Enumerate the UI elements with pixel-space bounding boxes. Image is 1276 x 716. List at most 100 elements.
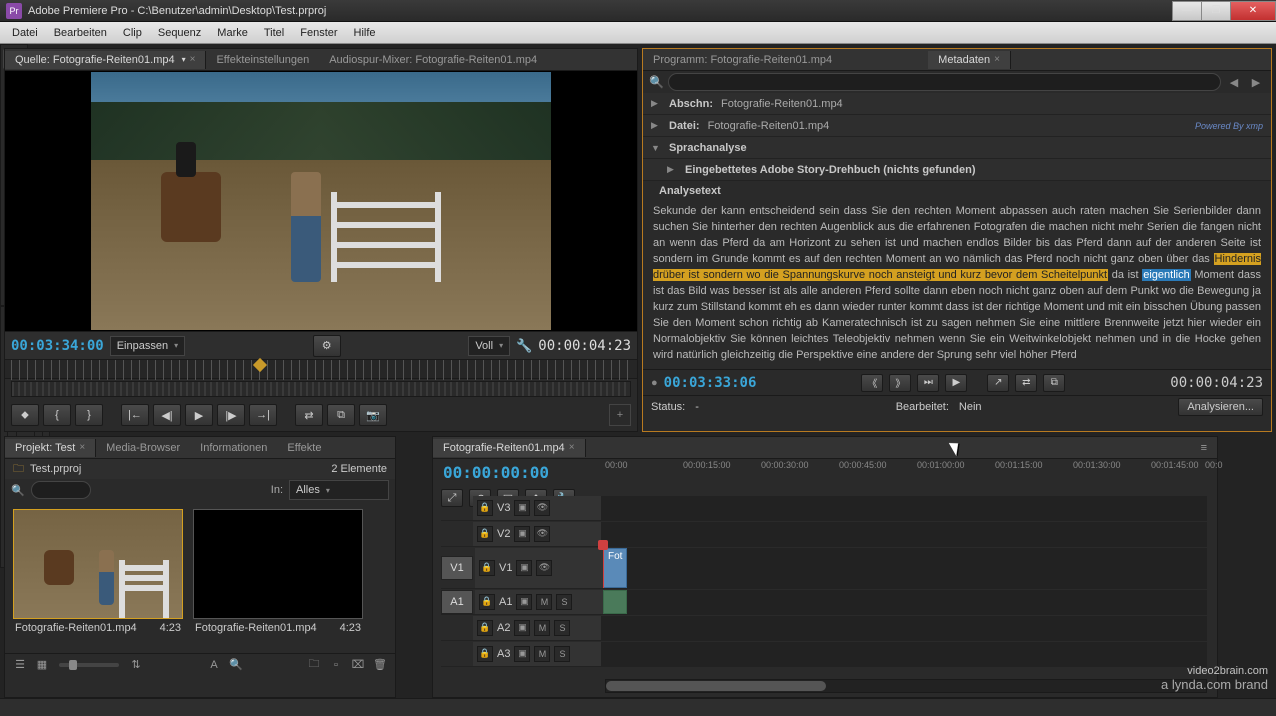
menu-file[interactable]: Datei (4, 27, 46, 39)
meta-prev-button[interactable]: 《 (861, 374, 883, 392)
vis-toggle[interactable]: ▣ (514, 526, 530, 542)
close-button[interactable]: ✕ (1230, 1, 1276, 21)
menu-clip[interactable]: Clip (115, 27, 150, 39)
analysis-text[interactable]: Sekunde der kann entscheidend sein dass … (643, 201, 1271, 369)
zoom-slider[interactable] (59, 663, 119, 667)
find-button[interactable]: 🔍 (227, 657, 245, 673)
solo-toggle[interactable]: S (554, 620, 570, 636)
source-res-select[interactable]: Voll▾ (468, 336, 510, 356)
tab-effects2[interactable]: Effekte (277, 439, 331, 457)
marker-button[interactable]: ⬥ (11, 404, 39, 426)
source-tc-in[interactable]: 00:03:34:00 (11, 338, 104, 354)
timeline-clip[interactable]: Fot (603, 548, 627, 588)
vis-toggle[interactable]: ▣ (516, 560, 532, 576)
add-button-button[interactable]: + (609, 404, 631, 426)
track-lane[interactable] (601, 522, 1207, 546)
lock-toggle[interactable]: 🔒 (479, 594, 495, 610)
step-fwd-button[interactable]: |▶ (217, 404, 245, 426)
sort-button[interactable]: ⇅ (127, 657, 145, 673)
icon-view-button[interactable]: ▦ (33, 657, 51, 673)
step-back-button[interactable]: ◀| (153, 404, 181, 426)
source-fit-select[interactable]: Einpassen▾ (110, 336, 185, 356)
settings-icon[interactable]: ⚙ (313, 335, 341, 357)
tab-effects[interactable]: Effekteinstellungen (206, 51, 319, 69)
a1-target[interactable]: A1 (441, 590, 473, 614)
eye-toggle[interactable]: 👁 (534, 526, 550, 542)
list-view-button[interactable]: ☰ (11, 657, 29, 673)
mark-out-button[interactable]: } (75, 404, 103, 426)
analyze-button[interactable]: Analysieren... (1178, 398, 1263, 416)
project-clip[interactable]: Fotografie-Reiten01.mp44:23 (13, 509, 183, 645)
lock-toggle[interactable]: 🔒 (479, 560, 495, 576)
meta-loop-button[interactable]: 》 (889, 374, 911, 392)
mute-toggle[interactable]: M (534, 620, 550, 636)
vis-toggle[interactable]: ▣ (516, 594, 532, 610)
meta-row-story[interactable]: ▶ Eingebettetes Adobe Story-Drehbuch (ni… (643, 159, 1271, 181)
menu-sequence[interactable]: Sequenz (150, 27, 209, 39)
lock-toggle[interactable]: 🔒 (477, 646, 493, 662)
eye-toggle[interactable]: 👁 (536, 560, 552, 576)
current-word[interactable]: eigentlich (1142, 269, 1190, 281)
lock-toggle[interactable]: 🔒 (477, 500, 493, 516)
source-ruler[interactable] (5, 359, 637, 379)
clear-button[interactable]: ⌧ (349, 657, 367, 673)
mute-toggle[interactable]: M (534, 646, 550, 662)
tab-metadata[interactable]: Metadaten× (928, 51, 1011, 69)
meta-row-sprach[interactable]: ▼ Sprachanalyse (643, 137, 1271, 159)
menu-window[interactable]: Fenster (292, 27, 345, 39)
lock-toggle[interactable]: 🔒 (477, 620, 493, 636)
tab-info[interactable]: Informationen (190, 439, 277, 457)
project-clip[interactable]: Fotografie-Reiten01.mp44:23 (193, 509, 363, 645)
project-filter-select[interactable]: Alles▾ (289, 480, 389, 500)
meta-row-datei[interactable]: ▶ Datei: Fotografie-Reiten01.mp4 Powered… (643, 115, 1271, 137)
tab-source[interactable]: Quelle: Fotografie-Reiten01.mp4▾× (5, 51, 206, 69)
wrench-icon[interactable]: 🔧 (516, 338, 532, 354)
insert-button[interactable]: ⇄ (295, 404, 323, 426)
metadata-tc-left[interactable]: 00:03:33:06 (664, 375, 757, 391)
new-item-button[interactable]: ▫ (327, 657, 345, 673)
vis-toggle[interactable]: ▣ (514, 620, 530, 636)
source-monitor[interactable] (5, 71, 637, 331)
mark-in-button[interactable]: { (43, 404, 71, 426)
play-button[interactable]: ▶ (185, 404, 213, 426)
timeline-scrollbar[interactable] (605, 679, 1207, 693)
track-lane[interactable]: Fot (603, 548, 1207, 588)
goto-out-button[interactable]: →| (249, 404, 277, 426)
vis-toggle[interactable]: ▣ (514, 500, 530, 516)
meta-play-button[interactable]: ▶ (945, 374, 967, 392)
menu-title[interactable]: Titel (256, 27, 292, 39)
goto-in-button[interactable]: |← (121, 404, 149, 426)
tab-project[interactable]: Projekt: Test× (5, 439, 96, 457)
meta-insert-button[interactable]: ⇄ (1015, 374, 1037, 392)
v1-target[interactable]: V1 (441, 556, 473, 580)
lock-toggle[interactable]: 🔒 (477, 526, 493, 542)
timeline-clip[interactable] (603, 590, 627, 614)
tab-program[interactable]: Programm: Fotografie-Reiten01.mp4 (643, 51, 842, 69)
minimize-button[interactable]: — (1172, 1, 1202, 21)
meta-overwrite-button[interactable]: ⧉ (1043, 374, 1065, 392)
tab-timeline[interactable]: Fotografie-Reiten01.mp4× (433, 439, 586, 457)
vis-toggle[interactable]: ▣ (514, 646, 530, 662)
meta-skip-button[interactable]: ⏭ (917, 374, 939, 392)
track-lane[interactable] (601, 616, 1207, 640)
track-lane[interactable] (601, 496, 1207, 520)
source-tc-out[interactable]: 00:00:04:23 (538, 338, 631, 354)
project-search-input[interactable] (31, 481, 91, 499)
timeline-ruler[interactable]: 00:00 00:00:15:00 00:00:30:00 00:00:45:0… (605, 459, 1207, 473)
track-lane[interactable] (601, 642, 1207, 666)
next-button[interactable]: ▶ (1247, 73, 1265, 91)
solo-toggle[interactable]: S (556, 594, 572, 610)
meta-row-abschn[interactable]: ▶ Abschn: Fotografie-Reiten01.mp4 (643, 93, 1271, 115)
eye-toggle[interactable]: 👁 (534, 500, 550, 516)
auto-button[interactable]: A (205, 657, 223, 673)
track-lane[interactable] (603, 590, 1207, 614)
tab-audiomixer[interactable]: Audiospur-Mixer: Fotografie-Reiten01.mp4 (319, 51, 547, 69)
metadata-search-input[interactable] (668, 73, 1221, 91)
delete-button[interactable]: 🗑 (371, 657, 389, 673)
overwrite-button[interactable]: ⧉ (327, 404, 355, 426)
timeline-tc[interactable]: 00:00:00:00 (443, 463, 549, 482)
menu-marker[interactable]: Marke (209, 27, 256, 39)
export-frame-button[interactable]: 📷 (359, 404, 387, 426)
meta-export-button[interactable]: ↗ (987, 374, 1009, 392)
solo-toggle[interactable]: S (554, 646, 570, 662)
